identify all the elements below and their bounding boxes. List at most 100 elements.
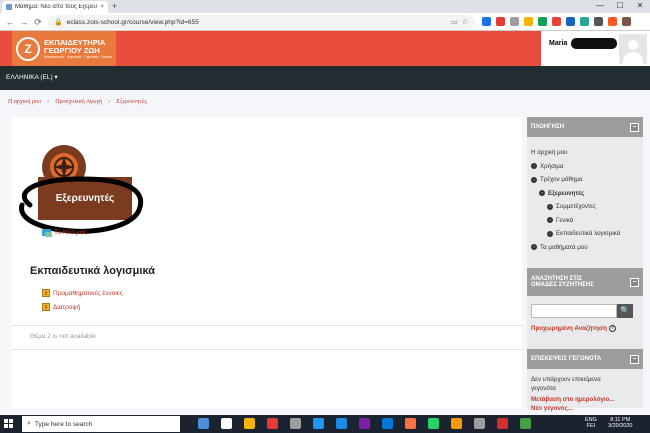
search-icon: ⌕ (27, 420, 31, 427)
breadcrumb-course[interactable]: Εξερευνητές (116, 99, 147, 105)
breadcrumb: Η αρχική μου › Προσχολική Αγωγή › Εξερευ… (0, 90, 650, 114)
taskbar-app-icon[interactable] (497, 418, 508, 429)
back-button[interactable]: ← (4, 16, 16, 28)
extension-icon[interactable] (524, 17, 533, 26)
browser-tab-bar: Μάθημα: Νέο από τους Εξερευ... × + — ☐ ✕ (0, 0, 650, 13)
expand-icon: › (547, 230, 553, 237)
taskbar-app-icon[interactable] (520, 418, 531, 429)
unavailable-notice: Θέμα 2 is not available (30, 333, 96, 340)
sidebar-nav-item[interactable]: › Εκπαιδευτικά λογισμικά (547, 230, 620, 237)
logo-subtitle: Νηπιαγωγείο · Δημοτικό · Γυμνάσιο · Λύκε… (44, 54, 112, 59)
extension-icon[interactable] (482, 17, 491, 26)
course-content: Εξερευνητές Τα Νέα μας Εκπαιδευτικά λογι… (12, 117, 522, 408)
taskbar-app-icon[interactable] (405, 418, 416, 429)
avatar[interactable] (619, 34, 647, 64)
breadcrumb-separator: › (108, 99, 111, 105)
activity-link[interactable]: Προμαθηματικές έννοιες (42, 289, 123, 297)
search-title-line2: ΟΜΑΔΕΣ ΣΥΖΗΤΗΣΗΣ (531, 282, 594, 288)
tab-close-button[interactable]: × (100, 4, 104, 10)
language-menu[interactable]: ΕΛΛΗΝΙΚΑ (EL) ▾ (6, 73, 58, 81)
sidebar-nav-label: Συμμετέχοντες (556, 203, 597, 210)
taskbar-app-icon[interactable] (198, 418, 209, 429)
taskbar-app-icon[interactable] (451, 418, 462, 429)
sidebar-nav-label: Χρήσιμα (540, 162, 564, 170)
extension-icon[interactable] (594, 17, 603, 26)
events-empty-line1: Δεν υπάρχουν επικείμενα (531, 376, 601, 383)
taskbar-app-icon[interactable] (359, 418, 370, 429)
sidebar-nav-item[interactable]: › Συμμετέχοντες (547, 203, 596, 210)
address-bar: ← → ⟳ 🔒 eclass.zois-school.gr/course/vie… (0, 13, 650, 31)
activity-label: Διατροφή (53, 303, 81, 311)
taskbar-app-icon[interactable] (382, 418, 393, 429)
breadcrumb-category[interactable]: Προσχολική Αγωγή (55, 99, 102, 105)
events-block-header: ΕΠΙΣΚΕΨΕΙΣ ΓΕΓΟΝΟΤΑ − (527, 349, 643, 369)
user-menu[interactable]: Maria (541, 31, 650, 66)
collapse-button[interactable]: − (630, 354, 639, 364)
close-window-button[interactable]: ✕ (630, 0, 650, 13)
sidebar-nav-item[interactable]: Η αρχική μου (531, 149, 568, 156)
forum-news-link[interactable]: Τα Νέα μας (42, 229, 87, 237)
extension-icon[interactable] (580, 17, 589, 26)
activity-link[interactable]: Διατροφή (42, 303, 80, 311)
extension-icon[interactable] (608, 17, 617, 26)
url-field[interactable]: 🔒 eclass.zois-school.gr/course/view.php?… (48, 15, 474, 29)
sidebar-nav-item[interactable]: › Γενικά (547, 217, 573, 224)
language-bar: ΕΛΛΗΝΙΚΑ (EL) ▾ (0, 66, 650, 90)
sidebar-nav-item[interactable]: › Χρήσιμα (531, 163, 563, 170)
sidebar-nav-label: Τα μαθήματά μου (540, 243, 588, 251)
section-title: Εκπαιδευτικά λογισμικά (30, 265, 155, 277)
advanced-search-link[interactable]: Προχωρημένη Αναζήτηση ? (531, 325, 616, 332)
sidebar-nav-label: Γενικά (556, 216, 574, 224)
sidebar-nav-label: Εξερευνητές (548, 189, 585, 197)
help-icon[interactable]: ? (608, 325, 616, 332)
extension-icon[interactable] (552, 17, 561, 26)
extension-icon[interactable] (566, 17, 575, 26)
extension-icon[interactable] (622, 17, 631, 26)
sidebar-nav-item[interactable]: › Τρέχον μάθημα (531, 176, 583, 183)
maximize-button[interactable]: ☐ (610, 0, 630, 13)
url-text: eclass.zois-school.gr/course/view.php?id… (66, 18, 199, 26)
breadcrumb-home[interactable]: Η αρχική μου (8, 99, 41, 105)
taskbar-app-icon[interactable] (313, 418, 324, 429)
sidebar-nav-item[interactable]: › Τα μαθήματά μου (531, 244, 588, 251)
username: Maria (549, 40, 568, 47)
browser-tab[interactable]: Μάθημα: Νέο από τους Εξερευ... × (2, 1, 108, 13)
package-icon (42, 289, 50, 297)
screen-icon[interactable]: ▭ (451, 18, 458, 26)
taskbar-app-icon[interactable] (221, 418, 232, 429)
collapse-button[interactable]: − (630, 122, 639, 132)
input-language[interactable]: ENG FEI (585, 417, 597, 429)
section-divider (12, 325, 522, 326)
clock[interactable]: 8:11 PM 3/20/2020 (608, 417, 632, 429)
forum-news-label: Τα Νέα μας (54, 229, 87, 236)
search-button[interactable]: 🔍 (617, 304, 633, 318)
star-icon[interactable]: ☆ (462, 18, 468, 26)
school-logo[interactable]: Ζ ΕΚΠΑΙΔΕΥΤΗΡΙΑ ΓΕΩΡΓΙΟΥ ΖΩΗ Νηπιαγωγείο… (12, 31, 116, 66)
taskbar-app-icon[interactable] (428, 418, 439, 429)
extension-icon[interactable] (496, 17, 505, 26)
expand-icon: › (539, 190, 545, 196)
extension-icon[interactable] (510, 17, 519, 26)
taskbar-app-icon[interactable] (290, 418, 301, 429)
new-event-link[interactable]: Νέο γεγονός... (531, 405, 573, 412)
new-tab-button[interactable]: + (112, 1, 117, 12)
taskbar-app-icon[interactable] (336, 418, 347, 429)
reload-button[interactable]: ⟳ (32, 16, 44, 28)
goto-calendar-link[interactable]: Μετάβαση στο ημερολόγιο... (531, 396, 614, 403)
taskbar-app-icon[interactable] (267, 418, 278, 429)
windows-start-icon[interactable] (4, 419, 14, 429)
taskbar-app-icon[interactable] (244, 418, 255, 429)
taskbar-search-placeholder: Type here to search (34, 420, 93, 428)
collapse-button[interactable]: − (630, 277, 639, 287)
expand-icon: › (531, 176, 537, 183)
expand-icon: › (531, 244, 537, 250)
forum-icon (42, 229, 52, 237)
taskbar-search-input[interactable]: ⌕ Type here to search (22, 416, 180, 432)
sidebar-nav-item[interactable]: › Εξερευνητές (539, 190, 584, 197)
forward-button[interactable]: → (18, 16, 30, 28)
taskbar-app-icon[interactable] (474, 418, 485, 429)
minimize-button[interactable]: — (590, 0, 610, 13)
forum-search-input[interactable] (531, 304, 617, 318)
extension-icon[interactable] (538, 17, 547, 26)
events-empty-line2: γεγονότα (531, 385, 556, 392)
